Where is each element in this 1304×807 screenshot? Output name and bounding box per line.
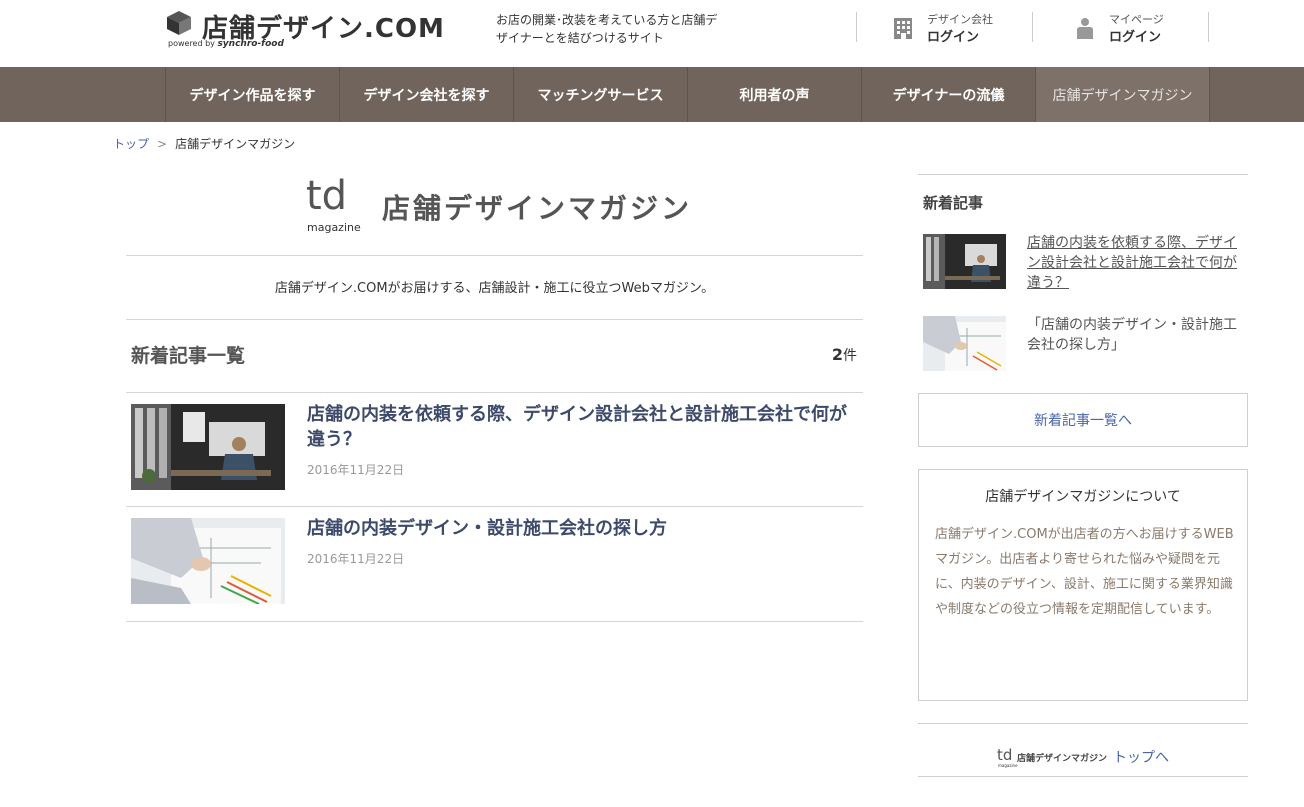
nav-item-design-companies[interactable]: デザイン会社を探す [340, 67, 514, 122]
building-icon [894, 18, 912, 39]
svg-text:magazine: magazine [998, 763, 1018, 768]
td-magazine-small-logo: td magazine 店舗デザインマガジン [997, 746, 1107, 768]
person-icon [1077, 18, 1093, 39]
divider [126, 621, 863, 622]
article-list-title: 新着記事一覧 [131, 345, 246, 367]
logo-powered-by: powered by synchro-food [168, 39, 284, 49]
site-logo[interactable]: 店舗デザイン.COM powered by synchro-food [166, 8, 456, 52]
sidebar-article-thumbnail [923, 234, 1006, 289]
sidebar-divider [918, 776, 1248, 777]
nav-item-matching-service[interactable]: マッチングサービス [514, 67, 688, 122]
office-photo-image [923, 234, 1006, 289]
sidebar-article-title: 「店舗の内装デザイン・設計施工会社の探し方」 [1027, 317, 1237, 353]
mypage-login-link[interactable]: マイページ ログイン [1075, 11, 1195, 45]
sidebar-divider [918, 723, 1248, 724]
magazine-top-link[interactable]: td magazine 店舗デザインマガジン トップへ [918, 738, 1248, 776]
sidebar-article-link[interactable]: 店舗の内装を依頼する際、デザイン設計会社と設計施工会社で何が違う？ [923, 234, 1248, 291]
company-login-label: ログイン [927, 30, 980, 45]
blueprint-photo-image [131, 518, 285, 604]
article-item: 店舗の内装を依頼する際、デザイン設計会社と設計施工会社で何が違う？ 2016年1… [126, 393, 863, 507]
article-title[interactable]: 店舗の内装デザイン・設計施工会社の探し方 [307, 516, 857, 541]
divider [126, 319, 863, 320]
sidebar-article-thumbnail [923, 316, 1006, 371]
breadcrumb-separator: > [157, 137, 168, 151]
nav-item-magazine[interactable]: 店舗デザインマガジン [1036, 67, 1210, 122]
sidebar-divider [918, 174, 1248, 175]
article-date: 2016年11月22日 [307, 552, 405, 566]
breadcrumb-current: 店舗デザインマガジン [175, 137, 296, 151]
mypage-label: マイページ [1109, 13, 1164, 26]
svg-text:td: td [997, 746, 1012, 764]
site-tagline: お店の開業･改装を考えている方と店舗デザイナーとを結びつけるサイト [496, 13, 718, 45]
article-date: 2016年11月22日 [307, 463, 405, 477]
svg-text:店舗デザインマガジン: 店舗デザインマガジン [1017, 752, 1107, 764]
magazine-name: 店舗デザインマガジン [382, 192, 693, 225]
company-login-link[interactable]: デザイン会社 ログイン [893, 11, 1013, 45]
magazine-logo: td magazine 店舗デザインマガジン [306, 173, 706, 235]
svg-text:magazine: magazine [307, 221, 361, 234]
sidebar-article-link[interactable]: 「店舗の内装デザイン・設計施工会社の探し方」 [923, 316, 1248, 372]
nav-item-design-works[interactable]: デザイン作品を探す [166, 67, 340, 122]
magazine-description: 店舗デザイン.COMがお届けする、店舗設計・施工に役立つWebマガジン。 [274, 281, 715, 296]
top-link-label: トップへ [1113, 750, 1169, 766]
article-count: 2件 [831, 345, 857, 364]
nav-list: デザイン作品を探す デザイン会社を探す マッチングサービス 利用者の声 デザイナ… [165, 67, 1210, 122]
nav-item-user-voices[interactable]: 利用者の声 [688, 67, 862, 122]
article-thumbnail[interactable] [131, 404, 285, 490]
header-divider [1208, 12, 1209, 42]
blueprint-photo-image [923, 316, 1006, 371]
global-nav: デザイン作品を探す デザイン会社を探す マッチングサービス 利用者の声 デザイナ… [0, 67, 1304, 122]
divider [126, 255, 863, 256]
about-body: 店舗デザイン.COMが出店者の方へお届けするWEBマガジン。出店者より寄せられた… [935, 527, 1234, 617]
td-magazine-logo: td magazine [306, 173, 361, 234]
sidebar-article-title: 店舗の内装を依頼する際、デザイン設計会社と設計施工会社で何が違う？ [1027, 235, 1237, 291]
article-item: 店舗の内装デザイン・設計施工会社の探し方 2016年11月22日 [126, 507, 863, 621]
about-magazine-box: 店舗デザインマガジンについて 店舗デザイン.COMが出店者の方へお届けするWEB… [918, 469, 1248, 701]
mypage-login-label: ログイン [1109, 30, 1162, 45]
breadcrumb-home[interactable]: トップ [113, 137, 149, 151]
all-articles-button[interactable]: 新着記事一覧へ [918, 393, 1248, 447]
cube-icon [167, 11, 191, 35]
about-title: 店舗デザインマガジンについて [985, 489, 1181, 505]
header-divider [1032, 12, 1033, 42]
header-divider [856, 12, 857, 42]
article-thumbnail[interactable] [131, 518, 285, 604]
site-header: 店舗デザイン.COM powered by synchro-food お店の開業… [0, 0, 1304, 67]
svg-text:td: td [306, 173, 347, 219]
breadcrumb: トップ > 店舗デザインマガジン [113, 135, 295, 152]
office-photo-image [131, 404, 285, 490]
company-label: デザイン会社 [927, 13, 993, 26]
article-title[interactable]: 店舗の内装を依頼する際、デザイン設計会社と設計施工会社で何が違う？ [307, 402, 857, 452]
sidebar-heading: 新着記事 [923, 194, 984, 212]
nav-item-designer-style[interactable]: デザイナーの流儀 [862, 67, 1036, 122]
